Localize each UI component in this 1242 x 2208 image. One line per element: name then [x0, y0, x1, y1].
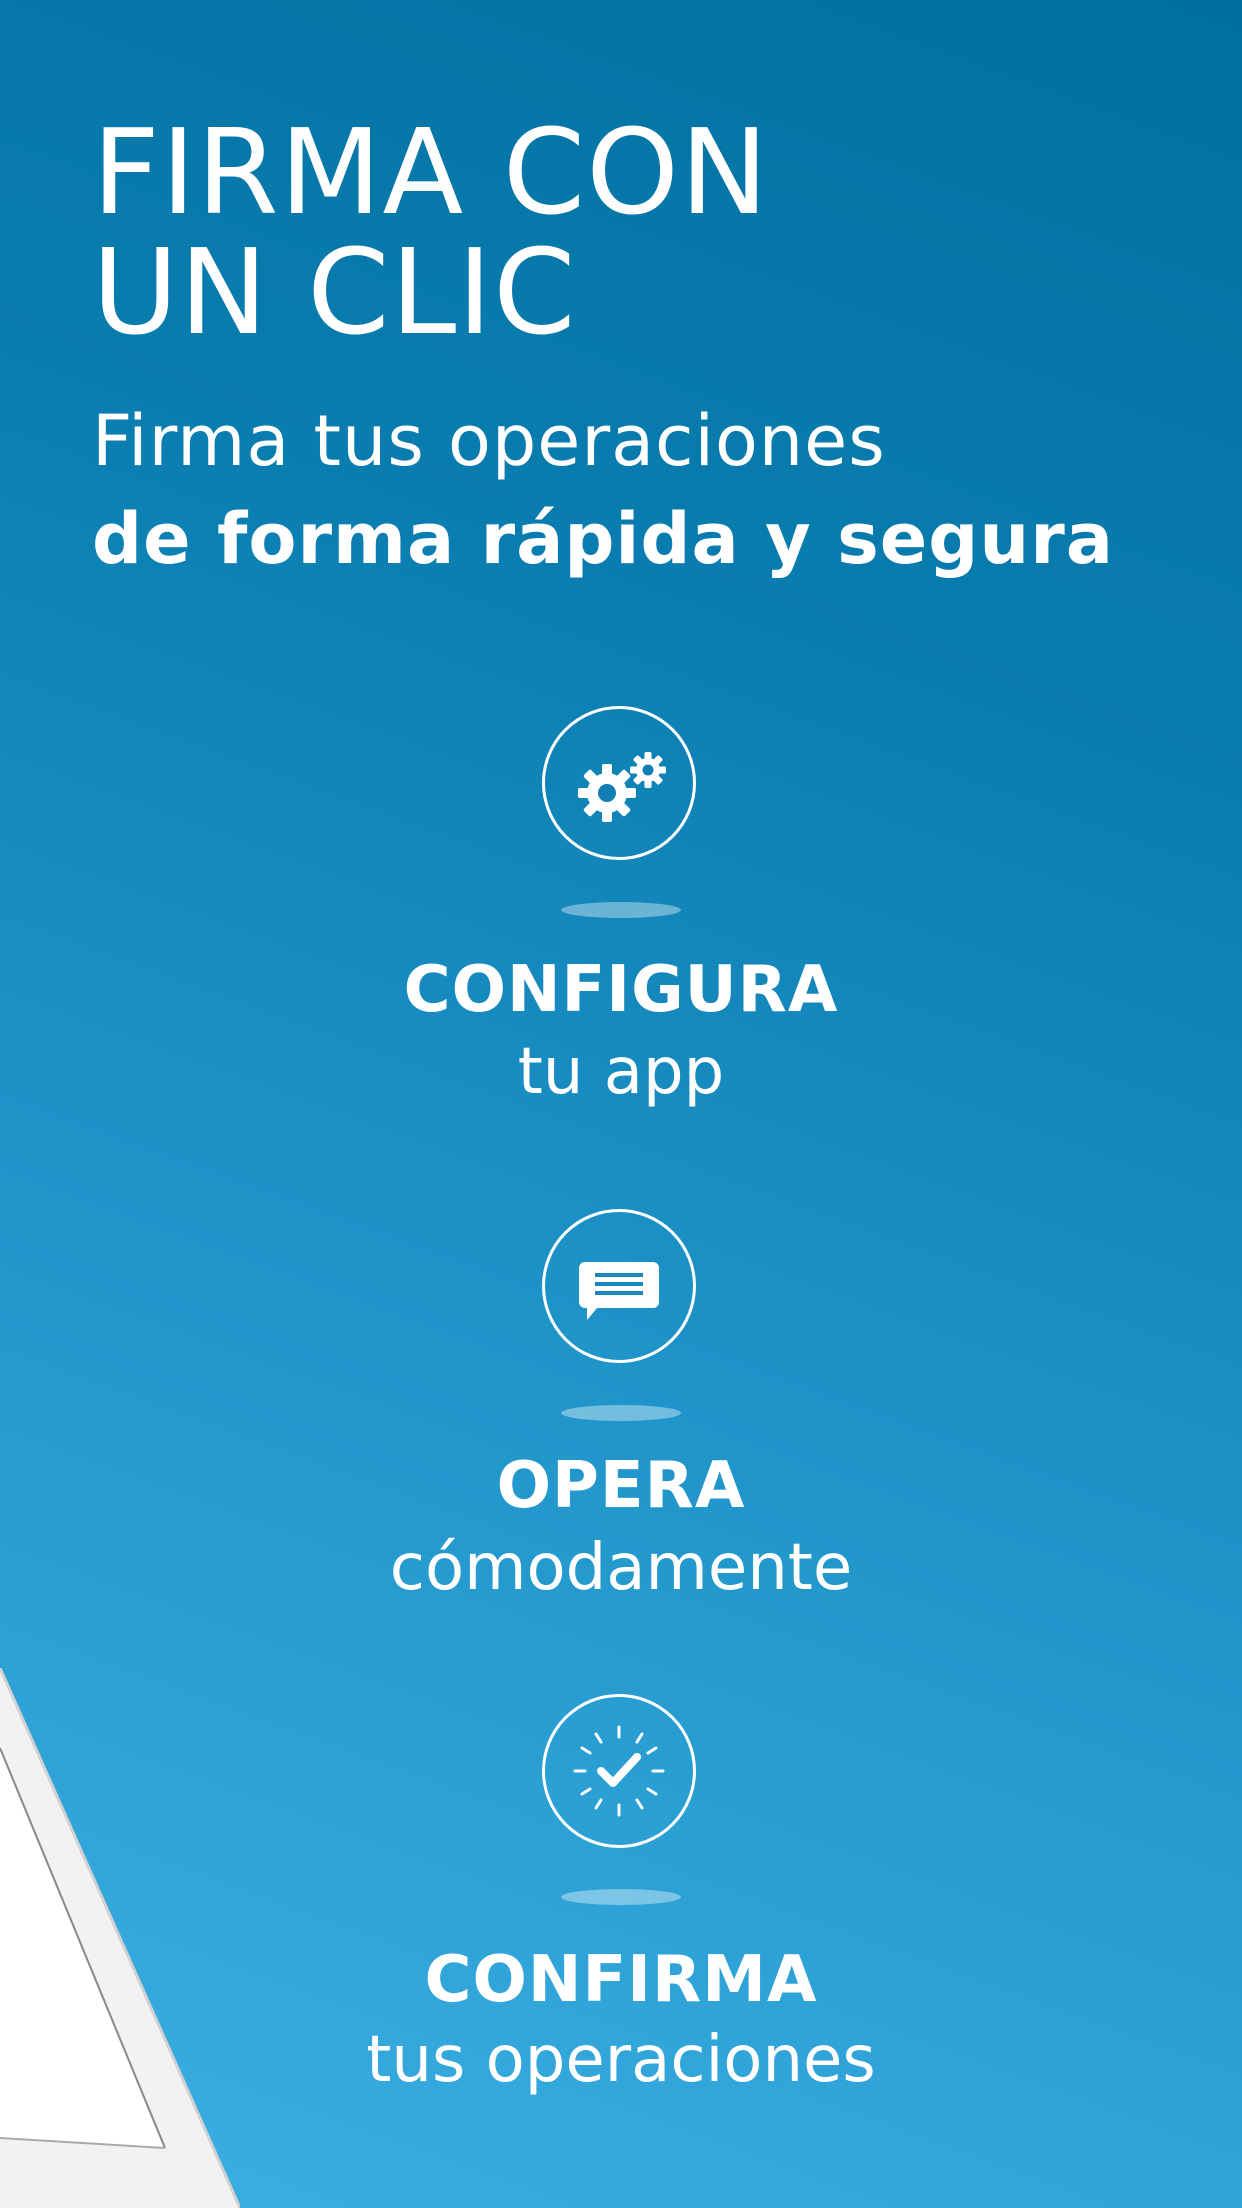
headline: FIRMA CON UN CLIC: [92, 112, 769, 352]
step-shadow: [561, 902, 681, 918]
step-shadow: [561, 1889, 681, 1905]
chat-bubble-icon: [542, 1209, 696, 1363]
gears-icon: [542, 706, 696, 860]
subtitle-line-1: Firma tus operaciones: [92, 400, 886, 482]
step-title-opera: OPERA: [496, 1449, 746, 1523]
step-shadow: [561, 1405, 681, 1421]
device-illustration: [0, 1668, 240, 2208]
step-subtitle-configura: tu app: [517, 1035, 725, 1109]
step-title-configura: CONFIGURA: [403, 953, 839, 1027]
headline-line-2: UN CLIC: [92, 223, 577, 361]
subtitle: Firma tus operaciones de forma rápida y …: [92, 392, 1114, 588]
step-subtitle-opera: cómodamente: [389, 1531, 853, 1605]
headline-line-1: FIRMA CON: [92, 103, 770, 241]
subtitle-line-2: de forma rápida y segura: [92, 498, 1114, 580]
check-timer-icon: [542, 1694, 696, 1848]
